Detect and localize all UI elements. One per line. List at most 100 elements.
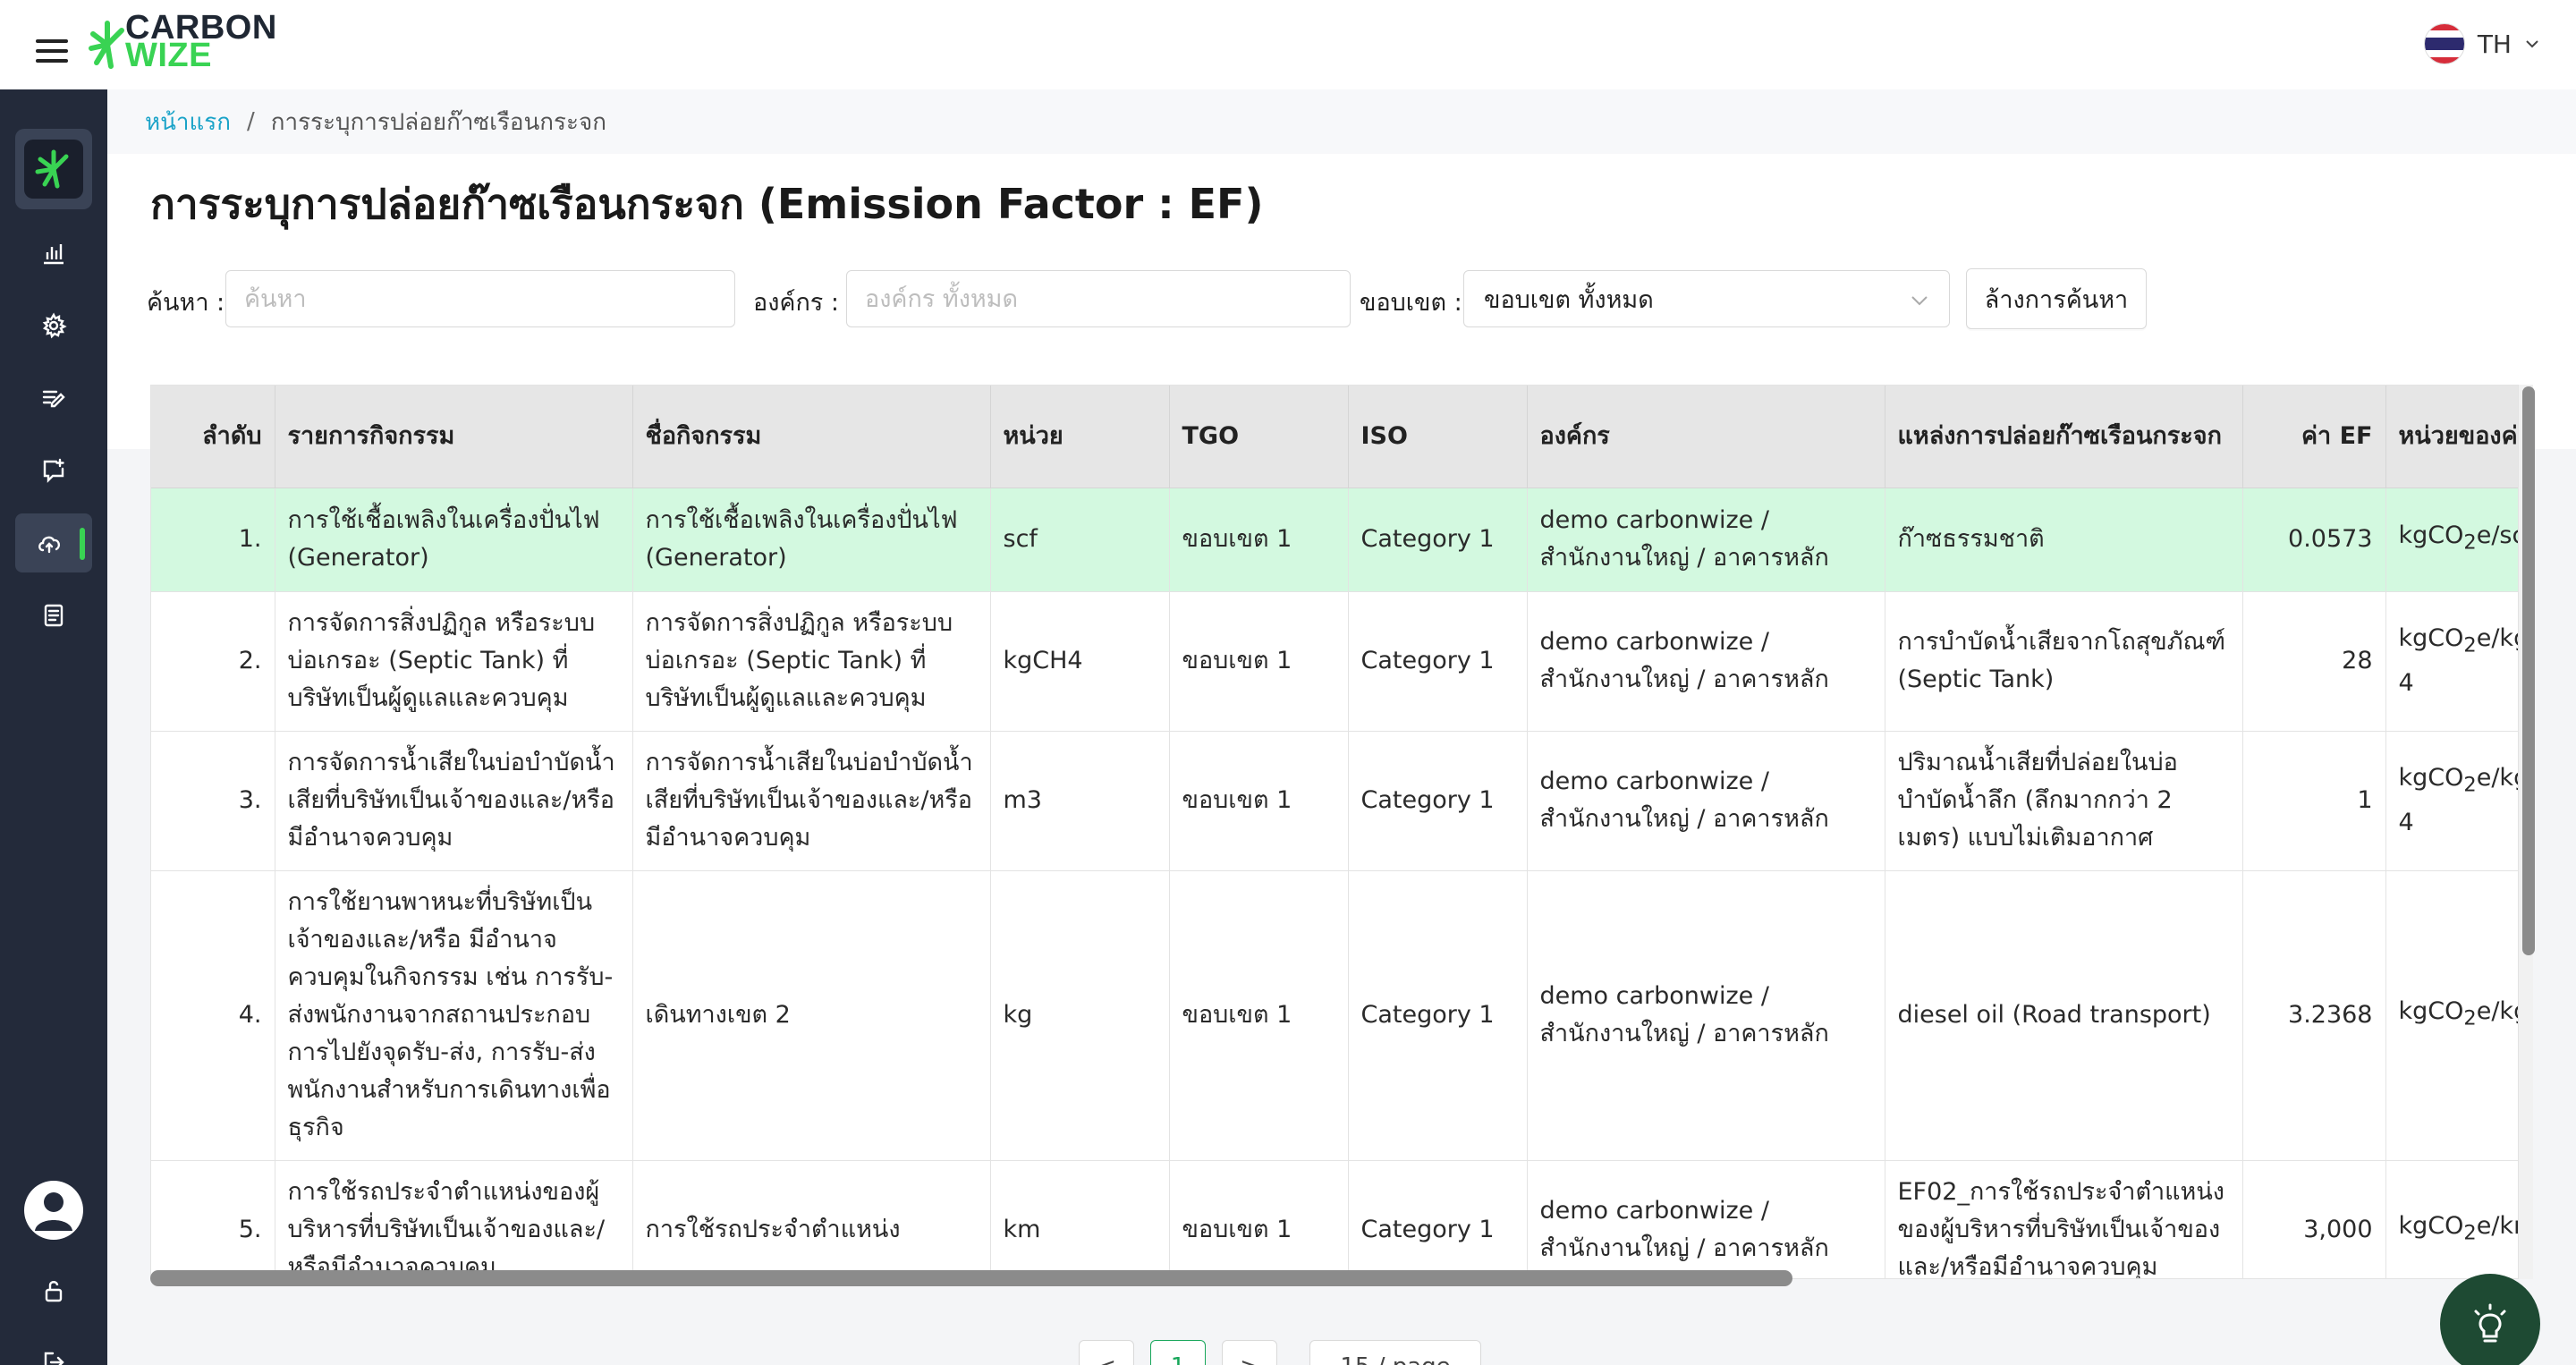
ef-unit-sub: 2 bbox=[2463, 1006, 2477, 1030]
breadcrumb-separator: / bbox=[246, 108, 255, 135]
col-header-unit[interactable]: หน่วย bbox=[990, 386, 1170, 488]
table-row[interactable]: 3. การจัดการน้ำเสียในบ่อบำบัดน้ำเสียที่บ… bbox=[151, 731, 2518, 871]
clear-search-button[interactable]: ล้างการค้นหา bbox=[1966, 268, 2147, 329]
cell-activity-name: การใช้รถประจำตำแหน่ง bbox=[632, 1160, 991, 1278]
table-row[interactable]: 4. การใช้ยานพาหนะที่บริษัทเป็นเจ้าของและ… bbox=[151, 870, 2518, 1161]
cell-org: demo carbonwize / สำนักงานใหญ่ / อาคารหล… bbox=[1527, 870, 1885, 1161]
col-header-activity-name[interactable]: ชื่อกิจกรรม bbox=[632, 386, 991, 488]
menu-toggle-icon[interactable] bbox=[36, 39, 68, 63]
col-header-source[interactable]: แหล่งการปล่อยก๊าซเรือนกระจก bbox=[1885, 386, 2243, 488]
col-header-org[interactable]: องค์กร bbox=[1527, 386, 1885, 488]
language-label: TH bbox=[2477, 29, 2512, 59]
sidebar-item-messages[interactable] bbox=[15, 441, 92, 500]
org-input[interactable] bbox=[846, 270, 1351, 327]
help-button[interactable] bbox=[2440, 1274, 2540, 1365]
cell-iso: Category 1 bbox=[1348, 870, 1528, 1161]
chevron-down-icon bbox=[1911, 296, 1928, 306]
cell-ef: 1 bbox=[2242, 731, 2386, 871]
col-header-activity-item[interactable]: รายการกิจกรรม bbox=[275, 386, 633, 488]
org-label: องค์กร : bbox=[753, 289, 839, 317]
ef-unit-sub: 2 bbox=[2463, 633, 2477, 657]
scope-select[interactable]: ขอบเขต ทั้งหมด bbox=[1463, 270, 1950, 327]
cell-iso: Category 1 bbox=[1348, 591, 1528, 732]
ef-unit-line2: 4 bbox=[2398, 808, 2414, 836]
logout-button[interactable] bbox=[15, 1333, 92, 1365]
pagination-page-1[interactable]: 1 bbox=[1150, 1340, 1206, 1365]
page-size-select[interactable]: 15 / page bbox=[1309, 1340, 1481, 1365]
cell-activity-item: การใช้รถประจำตำแหน่งของผู้บริหารที่บริษั… bbox=[275, 1160, 633, 1278]
emission-factor-table: ลำดับ รายการกิจกรรม ชื่อกิจกรรม หน่วย TG… bbox=[150, 385, 2519, 1279]
col-header-tgo[interactable]: TGO bbox=[1169, 386, 1349, 488]
chevron-down-icon bbox=[2526, 40, 2538, 48]
cell-tgo: ขอบเขต 1 bbox=[1169, 488, 1349, 592]
cloud-upload-icon bbox=[38, 536, 61, 554]
active-indicator bbox=[80, 528, 85, 560]
vertical-scrollbar-thumb[interactable] bbox=[2522, 386, 2535, 955]
user-avatar-icon[interactable] bbox=[24, 1181, 83, 1240]
cell-iso: Category 1 bbox=[1348, 1160, 1528, 1278]
cell-ef: 28 bbox=[2242, 591, 2386, 732]
col-header-ef[interactable]: ค่า EF bbox=[2242, 386, 2386, 488]
unlock-button[interactable] bbox=[15, 1261, 92, 1320]
cell-index: 1. bbox=[151, 488, 275, 592]
col-header-iso[interactable]: ISO bbox=[1348, 386, 1528, 488]
sidebar-home-logo[interactable] bbox=[15, 129, 92, 209]
cell-org: demo carbonwize / สำนักงานใหญ่ / อาคารหล… bbox=[1527, 591, 1885, 732]
cell-activity-item: การจัดการน้ำเสียในบ่อบำบัดน้ำเสียที่บริษ… bbox=[275, 731, 633, 871]
cell-unit: scf bbox=[990, 488, 1170, 592]
message-add-icon bbox=[43, 458, 64, 483]
sidebar-item-emission-factor[interactable] bbox=[15, 513, 92, 572]
cell-tgo: ขอบเขต 1 bbox=[1169, 1160, 1349, 1278]
cell-iso: Category 1 bbox=[1348, 731, 1528, 871]
cell-org: demo carbonwize / สำนักงานใหญ่ / อาคารหล… bbox=[1527, 1160, 1885, 1278]
pagination-next-button[interactable]: > bbox=[1222, 1340, 1277, 1365]
edit-list-icon bbox=[42, 390, 65, 408]
sidebar-item-edit-list[interactable] bbox=[15, 369, 92, 428]
search-input[interactable] bbox=[225, 270, 735, 327]
cell-ef-unit: kgCO2e/kg 4 bbox=[2385, 731, 2518, 871]
cell-unit: m3 bbox=[990, 731, 1170, 871]
col-header-index[interactable]: ลำดับ bbox=[151, 386, 275, 488]
cell-activity-item: การจัดการสิ่งปฏิกูล หรือระบบบ่อเกรอะ (Se… bbox=[275, 591, 633, 732]
gear-icon bbox=[42, 312, 67, 339]
search-label: ค้นหา : bbox=[147, 289, 225, 317]
pagination-prev-button[interactable]: < bbox=[1079, 1340, 1134, 1365]
sidebar-item-report[interactable] bbox=[15, 586, 92, 645]
cell-unit: kg bbox=[990, 870, 1170, 1161]
top-bar: CARBON WIZE TH bbox=[0, 0, 2576, 89]
scope-label: ขอบเขต : bbox=[1360, 289, 1462, 317]
cell-index: 5. bbox=[151, 1160, 275, 1278]
cell-activity-name: การใช้เชื้อเพลิงในเครื่องปั่นไฟ (Generat… bbox=[632, 488, 991, 592]
table-row[interactable]: 5. การใช้รถประจำตำแหน่งของผู้บริหารที่บร… bbox=[151, 1160, 2518, 1278]
ef-unit-line2: 4 bbox=[2398, 668, 2414, 697]
cell-ef: 0.0573 bbox=[2242, 488, 2386, 592]
language-selector[interactable]: TH bbox=[2423, 23, 2540, 64]
table-row[interactable]: 2. การจัดการสิ่งปฏิกูล หรือระบบบ่อเกรอะ … bbox=[151, 591, 2518, 732]
cell-activity-name: การจัดการสิ่งปฏิกูล หรือระบบบ่อเกรอะ (Se… bbox=[632, 591, 991, 732]
cell-activity-item: การใช้ยานพาหนะที่บริษัทเป็นเจ้าของและ/หร… bbox=[275, 870, 633, 1161]
cell-index: 4. bbox=[151, 870, 275, 1161]
cell-iso: Category 1 bbox=[1348, 488, 1528, 592]
ef-unit-pre: kgCO bbox=[2398, 1212, 2464, 1241]
breadcrumb-home-link[interactable]: หน้าแรก bbox=[145, 104, 231, 140]
cell-org: demo carbonwize / สำนักงานใหญ่ / อาคารหล… bbox=[1527, 731, 1885, 871]
ef-unit-post: e/kg bbox=[2476, 624, 2518, 653]
table-row[interactable]: 1. การใช้เชื้อเพลิงในเครื่องปั่นไฟ (Gene… bbox=[151, 488, 2518, 592]
sidebar-item-dashboard[interactable] bbox=[15, 224, 92, 283]
scope-select-value: ขอบเขต ทั้งหมด bbox=[1484, 285, 1654, 314]
ef-unit-post: e/kg bbox=[2476, 997, 2518, 1026]
horizontal-scrollbar-thumb[interactable] bbox=[150, 1270, 1792, 1286]
ef-unit-pre: kgCO bbox=[2398, 624, 2464, 653]
col-header-ef-unit[interactable]: หน่วยของค่า EF bbox=[2385, 386, 2518, 488]
table-header-row: ลำดับ รายการกิจกรรม ชื่อกิจกรรม หน่วย TG… bbox=[151, 386, 2518, 488]
cell-source: การบำบัดน้ำเสียจากโถสุขภัณฑ์ (Septic Tan… bbox=[1885, 591, 2243, 732]
sidebar-item-settings[interactable] bbox=[15, 296, 92, 355]
cell-ef-unit: kgCO2e/scf bbox=[2385, 488, 2518, 592]
logo-burst-icon bbox=[24, 140, 83, 199]
ef-unit-post: e/km bbox=[2476, 1212, 2518, 1241]
cell-ef-unit: kgCO2e/kg 4 bbox=[2385, 591, 2518, 732]
cell-ef: 3,000 bbox=[2242, 1160, 2386, 1278]
cell-unit: kgCH4 bbox=[990, 591, 1170, 732]
bar-chart-icon bbox=[44, 244, 64, 265]
carbonwize-logo[interactable]: CARBON WIZE bbox=[86, 11, 283, 75]
